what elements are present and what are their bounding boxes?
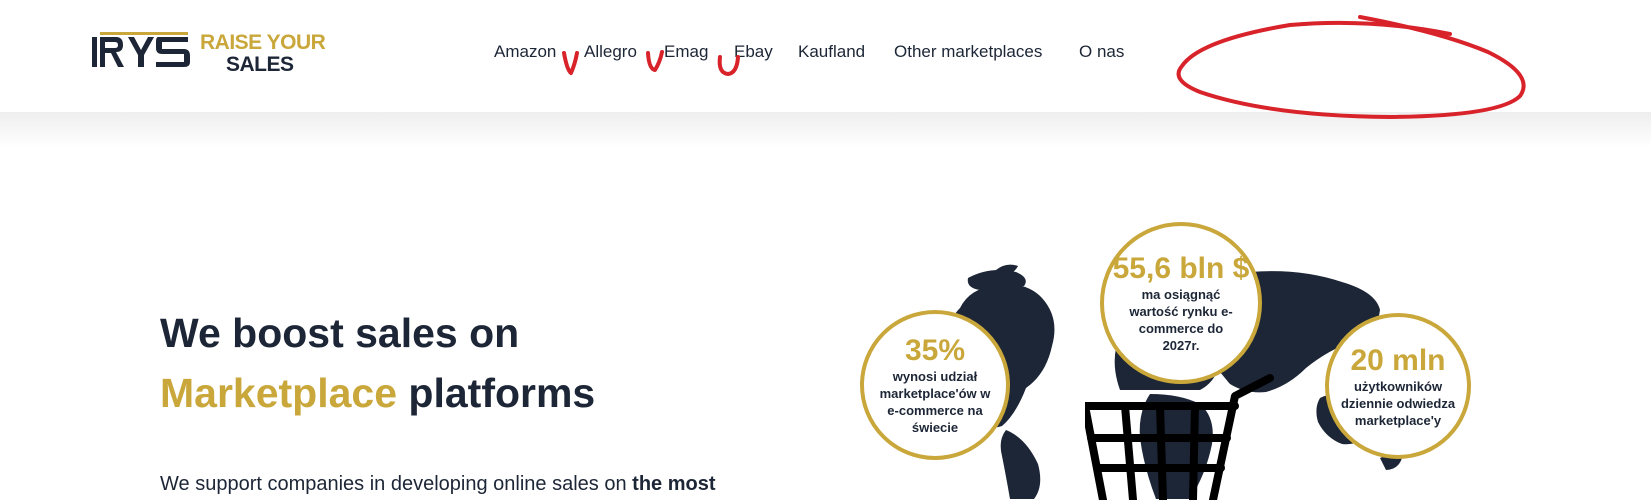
stat-value: 55,6 bln $ xyxy=(1112,252,1250,285)
hero-title: We boost sales on Marketplace platforms xyxy=(160,303,880,423)
header-shadow xyxy=(0,112,1651,148)
stat-circle: 35% wynosi udział marketplace'ów w e-com… xyxy=(860,310,1010,460)
hero-description-bold: the most xyxy=(632,473,716,495)
nav-link-amazon[interactable]: Amazon xyxy=(494,42,556,62)
stat-description: ma osiągnąć wartość rynku e-commerce do … xyxy=(1129,287,1233,353)
site-header: RAISE YOUR SALES Amazon Allegro Emag Eba… xyxy=(0,0,1651,112)
stat-value: 35% xyxy=(904,334,966,367)
nav-link-o-nas[interactable]: O nas xyxy=(1079,42,1124,62)
main-nav: Amazon Allegro Emag Ebay Kaufland Other … xyxy=(0,42,1651,66)
stat-description: wynosi udział marketplace'ów w e-commerc… xyxy=(879,369,991,435)
stat-description: użytkowników dziennie odwiedza marketpla… xyxy=(1340,378,1456,428)
nav-link-kaufland[interactable]: Kaufland xyxy=(798,42,865,62)
hero-description: We support companies in developing onlin… xyxy=(160,473,810,496)
stat-circle: 20 mln użytkowników dziennie odwiedza ma… xyxy=(1325,313,1471,459)
shopping-cart-icon xyxy=(1085,374,1274,500)
nav-link-allegro[interactable]: Allegro xyxy=(584,42,637,62)
nav-link-ebay[interactable]: Ebay xyxy=(734,42,773,62)
nav-link-emag[interactable]: Emag xyxy=(664,42,708,62)
stat-value: 20 mln xyxy=(1350,343,1446,377)
nav-link-other-marketplaces[interactable]: Other marketplaces xyxy=(894,42,1042,62)
hero-description-text: We support companies in developing onlin… xyxy=(160,473,633,495)
market-stats-graphic: 35% wynosi udział marketplace'ów w e-com… xyxy=(820,218,1480,500)
stat-circle: 55,6 bln $ ma osiągnąć wartość rynku e-c… xyxy=(1100,222,1262,384)
hero-title-highlight: Marketplace xyxy=(160,370,398,416)
hero-title-line1: We boost sales on xyxy=(160,310,520,356)
hero-title-line2: platforms xyxy=(408,370,596,416)
